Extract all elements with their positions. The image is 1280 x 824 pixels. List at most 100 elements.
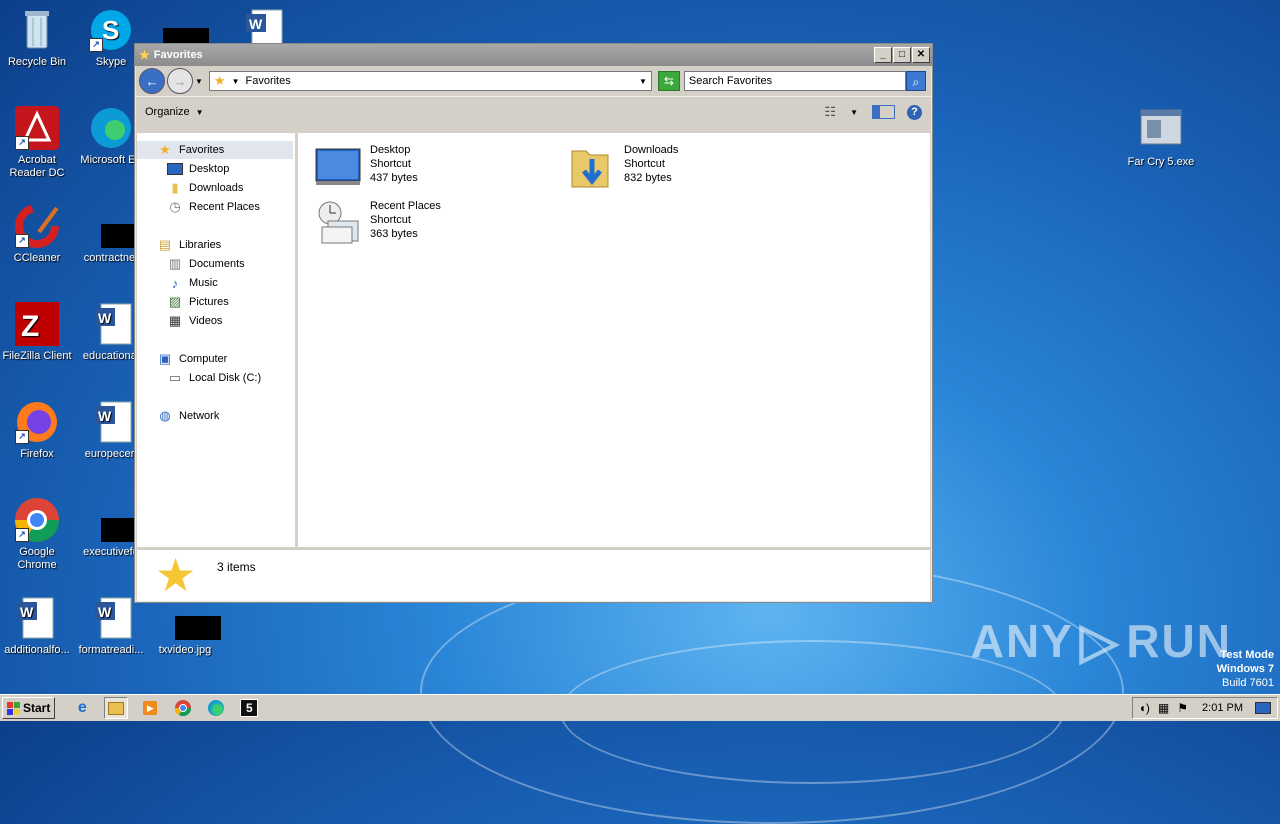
- nav-downloads[interactable]: ▮ Downloads: [167, 179, 243, 197]
- nav-favorites[interactable]: ★ Favorites: [137, 141, 293, 159]
- window-title: Favorites: [153, 49, 203, 61]
- word-document-icon: W: [87, 398, 135, 446]
- explorer-window[interactable]: ★ Favorites _ □ ✕ ← → ▼ ★ ▼ Favorites ▼ …: [134, 43, 933, 603]
- desktop-icon-recycle-bin[interactable]: Recycle Bin: [0, 6, 74, 69]
- start-button[interactable]: Start: [2, 697, 56, 719]
- nav-pictures[interactable]: ▨ Pictures: [167, 293, 229, 311]
- file-item-desktop[interactable]: Desktop Shortcut 437 bytes: [314, 143, 418, 191]
- chrome-icon[interactable]: [172, 698, 194, 718]
- network-icon[interactable]: ▦: [1158, 701, 1169, 715]
- minimize-button[interactable]: _: [874, 47, 892, 63]
- shortcut-arrow-icon: ↗: [15, 136, 29, 150]
- start-label: Start: [23, 701, 51, 715]
- maximize-button[interactable]: □: [893, 47, 911, 63]
- shortcut-arrow-icon: ↗: [15, 430, 29, 444]
- app-icon[interactable]: 5: [238, 698, 260, 718]
- acrobat-icon: ↗: [13, 104, 61, 152]
- word-document-icon: W: [87, 300, 135, 348]
- nav-desktop[interactable]: Desktop: [167, 160, 229, 178]
- nav-computer[interactable]: ▣ Computer: [157, 350, 227, 368]
- pictures-icon: ▨: [168, 294, 182, 309]
- desktop-shortcut-icon: [314, 143, 362, 191]
- address-dropdown-icon[interactable]: ▼: [639, 77, 647, 86]
- star-icon: ★: [213, 73, 226, 88]
- internet-explorer-icon[interactable]: e: [71, 698, 93, 718]
- ccleaner-icon: ↗: [13, 202, 61, 250]
- nav-network[interactable]: ◍ Network: [157, 407, 219, 425]
- desktop-icon-formatreadi[interactable]: W formatreadi...: [74, 594, 148, 657]
- desktop-icon-additionalfo[interactable]: W additionalfo...: [0, 594, 74, 657]
- test-mode-notice: Test Mode Windows 7 Build 7601: [1217, 648, 1274, 690]
- file-item-recent-places[interactable]: Recent Places Shortcut 363 bytes: [314, 199, 441, 247]
- word-document-icon: W: [13, 594, 61, 642]
- nav-label: Computer: [179, 353, 228, 365]
- nav-local-disk[interactable]: ▭ Local Disk (C:): [167, 369, 261, 387]
- desktop-icon-far-cry[interactable]: Far Cry 5.exe: [1122, 106, 1200, 169]
- libraries-icon: ▤: [158, 237, 172, 252]
- refresh-button[interactable]: ⇆: [657, 71, 680, 91]
- desktop-icon-chrome[interactable]: ↗ Google Chrome: [0, 496, 74, 572]
- nav-label: Desktop: [189, 163, 230, 175]
- file-type: Shortcut: [624, 158, 665, 170]
- nav-recent-places[interactable]: ◷ Recent Places: [167, 198, 260, 216]
- redacted-thumbnail: [87, 202, 147, 250]
- shortcut-arrow-icon: ↗: [89, 38, 103, 52]
- edge-icon: [87, 104, 135, 152]
- taskbar: Start e ▶ 5 ◖) ▦ ⚑ 2:01 PM: [0, 694, 1280, 721]
- nav-documents[interactable]: ▥ Documents: [167, 255, 245, 273]
- help-icon[interactable]: ?: [907, 104, 922, 120]
- file-name: Desktop: [370, 144, 411, 156]
- search-input[interactable]: Search Favorites: [683, 71, 906, 91]
- file-name: Recent Places: [370, 200, 441, 212]
- system-tray: ◖) ▦ ⚑ 2:01 PM: [1131, 697, 1278, 719]
- nav-libraries[interactable]: ▤ Libraries: [157, 236, 221, 254]
- svg-text:W: W: [98, 408, 112, 424]
- forward-button[interactable]: →: [167, 68, 193, 94]
- desktop-icon-label: Firefox: [20, 448, 54, 460]
- shortcut-arrow-icon: ↗: [15, 234, 29, 248]
- file-size: 437 bytes: [370, 172, 418, 184]
- back-button[interactable]: ←: [139, 68, 165, 94]
- filezilla-icon: Z: [13, 300, 61, 348]
- breadcrumb-separator-icon[interactable]: ▼: [232, 77, 240, 86]
- desktop-icon-ccleaner[interactable]: ↗ CCleaner: [0, 202, 74, 265]
- breadcrumb[interactable]: Favorites: [246, 75, 291, 87]
- windows-logo-icon: [7, 701, 20, 715]
- file-explorer-icon[interactable]: [104, 697, 129, 719]
- preview-pane-icon[interactable]: [872, 105, 895, 119]
- desktop-icon-acrobat[interactable]: ↗ Acrobat Reader DC: [0, 104, 74, 180]
- title-bar[interactable]: ★ Favorites _ □ ✕: [135, 44, 932, 66]
- action-center-flag-icon[interactable]: ⚑: [1177, 701, 1188, 715]
- nav-label: Documents: [189, 258, 245, 270]
- desktop-icon-txvideo[interactable]: txvideo.jpg: [148, 594, 222, 657]
- file-item-downloads[interactable]: Downloads Shortcut 832 bytes: [568, 143, 678, 191]
- view-options-icon[interactable]: ☷: [824, 104, 836, 120]
- search-button[interactable]: ⌕: [905, 71, 926, 91]
- nav-label: Network: [179, 410, 220, 422]
- close-button[interactable]: ✕: [912, 47, 930, 63]
- desktop-icon: [167, 161, 183, 177]
- documents-icon: ▥: [168, 256, 182, 271]
- desktop-icon-firefox[interactable]: ↗ Firefox: [0, 398, 74, 461]
- test-mode-line: Test Mode: [1220, 649, 1274, 661]
- clock[interactable]: 2:01 PM: [1202, 702, 1243, 714]
- media-player-icon[interactable]: ▶: [139, 698, 161, 718]
- network-icon: ◍: [159, 408, 171, 423]
- star-icon: ★: [159, 142, 171, 157]
- view-dropdown-icon[interactable]: ▼: [850, 108, 858, 117]
- volume-icon[interactable]: ◖): [1139, 701, 1150, 715]
- organize-button[interactable]: Organize ▼: [145, 106, 204, 118]
- desktop-icon-filezilla[interactable]: Z FileZilla Client: [0, 300, 74, 363]
- nav-label: Downloads: [189, 182, 244, 194]
- address-bar[interactable]: ★ ▼ Favorites ▼: [208, 71, 652, 91]
- firefox-icon: ↗: [13, 398, 61, 446]
- word-document-icon[interactable]: W: [238, 6, 286, 47]
- local-disk-icon: ▭: [168, 370, 182, 385]
- nav-music[interactable]: ♪ Music: [167, 274, 218, 292]
- recent-pages-dropdown-icon[interactable]: ▼: [195, 77, 203, 86]
- navigation-pane: ★ Favorites Desktop ▮ Downloads ◷ Recent…: [137, 133, 298, 547]
- show-desktop-icon[interactable]: [1255, 702, 1271, 714]
- edge-icon[interactable]: [205, 698, 227, 718]
- nav-videos[interactable]: ▦ Videos: [167, 312, 223, 330]
- file-type: Shortcut: [370, 214, 411, 226]
